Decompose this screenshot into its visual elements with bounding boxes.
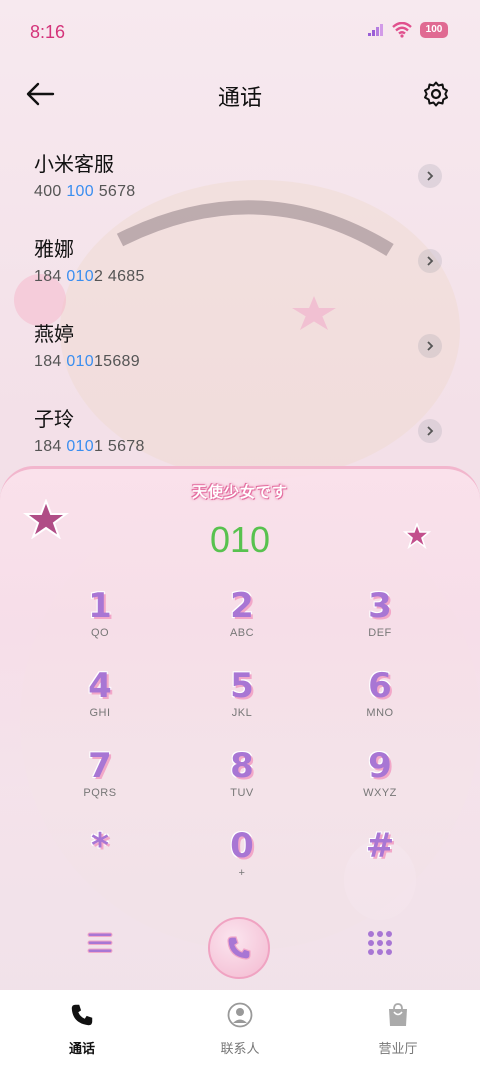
settings-button[interactable] (422, 80, 450, 108)
contact-details-button[interactable] (418, 164, 442, 188)
key-9[interactable]: 9 WXYZ (320, 747, 440, 821)
chevron-right-icon (427, 256, 434, 266)
contact-number: 184 0101 5678 (34, 438, 145, 455)
menu-icon (87, 932, 113, 953)
status-bar: 8:16 100 (0, 0, 480, 66)
key-5[interactable]: 5 JKL (182, 667, 302, 741)
gear-icon (424, 81, 448, 107)
call-button[interactable] (208, 917, 270, 979)
tab-label: 通话 (68, 1042, 95, 1057)
dialer-banner: 天使少女です (191, 483, 288, 501)
voicemail-label: QO (90, 627, 110, 639)
tab-label: 营业厅 (378, 1042, 418, 1057)
status-time: 8:16 (30, 22, 66, 42)
bottom-tab-bar: 通话 联系人 营业厅 (0, 990, 480, 1067)
chevron-right-icon (427, 426, 434, 436)
contact-number: 184 01015689 (34, 353, 140, 370)
contact-number: 184 0102 4685 (34, 268, 145, 285)
contact-details-button[interactable] (418, 419, 442, 443)
page-title: 通话 (217, 86, 262, 111)
key-4[interactable]: 4 GHI (40, 667, 160, 741)
key-2[interactable]: 2 ABC (182, 587, 302, 661)
key-0[interactable]: 0 + (182, 827, 302, 901)
bag-icon (389, 1003, 407, 1026)
contact-name: 小米客服 (34, 152, 114, 176)
keypad-toggle-button[interactable] (364, 927, 396, 959)
key-star[interactable]: * (40, 827, 160, 901)
contact-icon (227, 1002, 253, 1028)
key-1[interactable]: 1 QO (40, 587, 160, 661)
dialer-panel: 天使少女です 010 1 QO 2 ABC 3 DEF 4 GHI 5 JKL … (0, 466, 480, 990)
dialer-actions (0, 915, 480, 985)
wifi-icon (392, 22, 412, 38)
tab-calls[interactable]: 通话 (32, 1002, 132, 1057)
phone-icon (227, 936, 251, 960)
contact-item[interactable]: 燕婷 184 01015689 (0, 310, 480, 395)
key-8[interactable]: 8 TUV (182, 747, 302, 821)
contact-details-button[interactable] (418, 249, 442, 273)
tab-service-hall[interactable]: 营业厅 (348, 1002, 448, 1057)
dialpad-icon (368, 931, 392, 955)
chevron-right-icon (427, 341, 434, 351)
phone-icon (71, 1004, 93, 1026)
tab-label: 联系人 (220, 1042, 260, 1057)
contact-item[interactable]: 小米客服 400 100 5678 (0, 140, 480, 225)
status-icons: 100 (368, 22, 448, 38)
key-3[interactable]: 3 DEF (320, 587, 440, 661)
header: 通话 (0, 66, 480, 122)
key-6[interactable]: 6 MNO (320, 667, 440, 741)
contact-details-button[interactable] (418, 334, 442, 358)
contact-name: 燕婷 (34, 322, 74, 346)
key-hash[interactable]: # (320, 827, 440, 901)
key-7[interactable]: 7 PQRS (40, 747, 160, 821)
contact-suggestion-list: 小米客服 400 100 5678 雅娜 184 0102 4685 燕婷 18… (0, 140, 480, 480)
battery-indicator: 100 (420, 22, 448, 38)
contact-item[interactable]: 雅娜 184 0102 4685 (0, 225, 480, 310)
contact-number: 400 100 5678 (34, 183, 136, 200)
contact-name: 雅娜 (34, 237, 74, 261)
dial-number-display: 010 (209, 519, 271, 560)
menu-button[interactable] (84, 927, 116, 959)
signal-icon (368, 24, 383, 36)
contact-name: 子玲 (34, 407, 74, 431)
tab-contacts[interactable]: 联系人 (190, 1002, 290, 1057)
chevron-right-icon (427, 171, 434, 181)
